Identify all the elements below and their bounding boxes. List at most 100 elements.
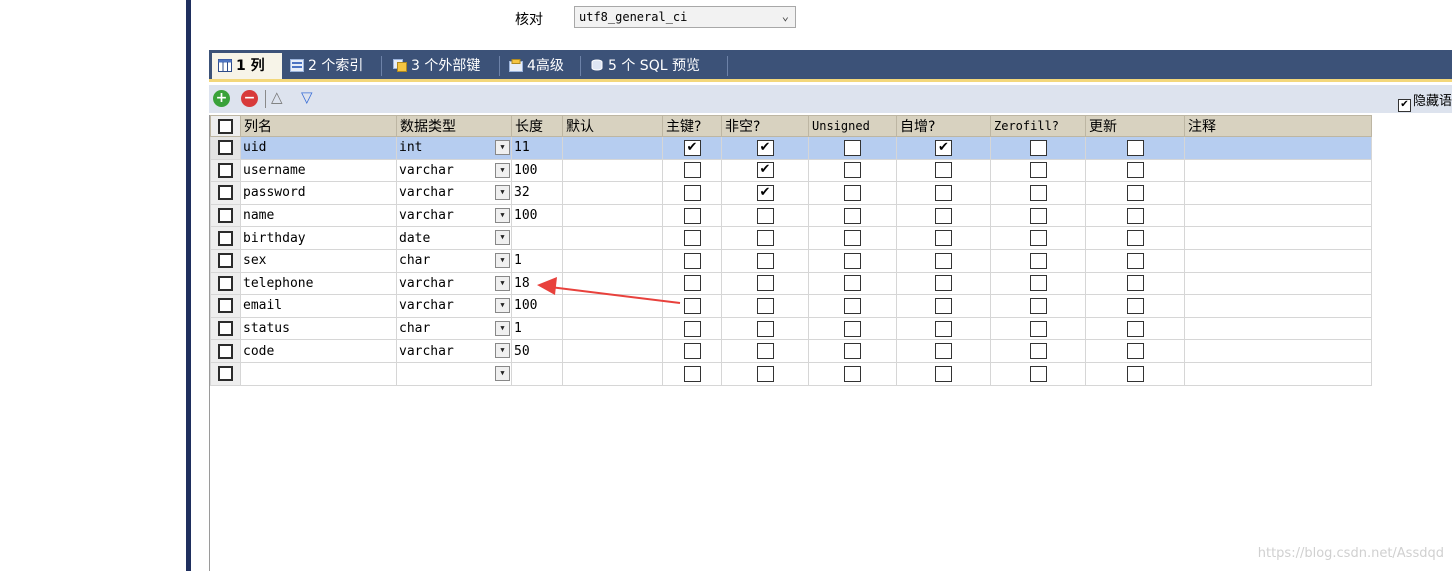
column-name-cell[interactable]	[240, 361, 397, 386]
on-update-cell[interactable]	[1085, 294, 1185, 318]
column-name-cell[interactable]: sex	[240, 248, 397, 273]
zerofill-checkbox[interactable]	[1029, 343, 1047, 360]
on-update-checkbox[interactable]	[1126, 139, 1144, 156]
comment-cell[interactable]	[1184, 316, 1372, 341]
unsigned-cell[interactable]	[808, 248, 897, 273]
on-update-cell[interactable]	[1085, 203, 1185, 228]
zerofill-cell[interactable]	[990, 158, 1086, 183]
col-header-name[interactable]: 列名	[240, 115, 397, 137]
comment-cell[interactable]	[1184, 248, 1372, 273]
data-type-cell[interactable]: varchar ▼	[396, 339, 512, 363]
pk-checkbox[interactable]	[683, 184, 701, 201]
unsigned-checkbox[interactable]	[844, 275, 861, 292]
unsigned-checkbox[interactable]	[844, 162, 861, 179]
auto-inc-checkbox[interactable]	[935, 184, 952, 201]
length-cell[interactable]: 100	[511, 294, 563, 318]
default-cell[interactable]	[562, 294, 663, 318]
table-row[interactable]: email varchar ▼ 100	[210, 294, 1372, 318]
default-cell[interactable]	[562, 203, 663, 228]
auto-inc-cell[interactable]	[896, 203, 991, 228]
pk-checkbox[interactable]	[683, 162, 701, 179]
row-select-box[interactable]	[210, 316, 241, 341]
length-cell[interactable]: 32	[511, 181, 563, 205]
length-cell[interactable]: 1	[511, 316, 563, 341]
column-name-cell[interactable]: name	[240, 203, 397, 228]
default-cell[interactable]	[562, 271, 663, 296]
dropdown-arrow-icon[interactable]: ▼	[495, 185, 510, 201]
auto-inc-cell[interactable]	[896, 271, 991, 296]
zerofill-checkbox[interactable]	[1029, 184, 1047, 201]
pk-cell[interactable]	[662, 226, 722, 250]
zerofill-cell[interactable]	[990, 181, 1086, 205]
col-header-zerofill[interactable]: Zerofill?	[990, 115, 1086, 137]
not-null-checkbox[interactable]	[756, 297, 774, 314]
on-update-cell[interactable]	[1085, 158, 1185, 183]
dropdown-arrow-icon[interactable]: ▼	[495, 162, 510, 178]
comment-cell[interactable]	[1184, 339, 1372, 363]
pk-checkbox[interactable]	[683, 365, 701, 382]
table-row[interactable]: name varchar ▼ 100	[210, 203, 1372, 228]
table-row[interactable]: code varchar ▼ 50	[210, 339, 1372, 363]
zerofill-cell[interactable]	[990, 203, 1086, 228]
pk-cell[interactable]	[662, 361, 722, 386]
zerofill-checkbox[interactable]	[1029, 365, 1047, 382]
table-row[interactable]: password varchar ▼ 32 ✔	[210, 181, 1372, 205]
on-update-cell[interactable]	[1085, 136, 1185, 160]
length-cell[interactable]: 100	[511, 203, 563, 228]
unsigned-cell[interactable]	[808, 316, 897, 341]
pk-checkbox[interactable]: ✔	[683, 139, 701, 156]
data-type-cell[interactable]: char ▼	[396, 316, 512, 341]
not-null-checkbox[interactable]	[756, 275, 774, 292]
not-null-cell[interactable]	[721, 226, 809, 250]
data-type-cell[interactable]: date ▼	[396, 226, 512, 250]
pk-cell[interactable]	[662, 203, 722, 228]
zerofill-checkbox[interactable]	[1029, 275, 1047, 292]
unsigned-checkbox[interactable]	[844, 230, 861, 247]
default-cell[interactable]	[562, 158, 663, 183]
col-header-comment[interactable]: 注释	[1184, 115, 1372, 137]
delete-column-icon[interactable]: −	[241, 90, 258, 107]
row-select-box[interactable]	[210, 181, 241, 205]
auto-inc-checkbox[interactable]	[935, 252, 952, 269]
col-header-not-null[interactable]: 非空?	[721, 115, 809, 137]
default-cell[interactable]	[562, 316, 663, 341]
zerofill-checkbox[interactable]	[1029, 139, 1047, 156]
comment-cell[interactable]	[1184, 203, 1372, 228]
zerofill-cell[interactable]	[990, 294, 1086, 318]
zerofill-checkbox[interactable]	[1029, 162, 1047, 179]
zerofill-checkbox[interactable]	[1029, 297, 1047, 314]
table-row[interactable]: birthday date ▼	[210, 226, 1372, 250]
table-row[interactable]: sex char ▼ 1	[210, 248, 1372, 273]
not-null-cell[interactable]	[721, 316, 809, 341]
unsigned-checkbox[interactable]	[844, 297, 861, 314]
length-cell[interactable]: 18	[511, 271, 563, 296]
not-null-cell[interactable]	[721, 271, 809, 296]
auto-inc-cell[interactable]	[896, 181, 991, 205]
pk-cell[interactable]	[662, 248, 722, 273]
auto-inc-checkbox[interactable]	[935, 275, 952, 292]
auto-inc-checkbox[interactable]	[935, 230, 952, 247]
row-select-box[interactable]	[210, 339, 241, 363]
comment-cell[interactable]	[1184, 294, 1372, 318]
unsigned-checkbox[interactable]	[844, 184, 861, 201]
dropdown-arrow-icon[interactable]: ▼	[495, 140, 510, 155]
length-cell[interactable]: 1	[511, 248, 563, 273]
zerofill-checkbox[interactable]	[1029, 230, 1047, 247]
dropdown-arrow-icon[interactable]: ▼	[495, 320, 510, 336]
auto-inc-cell[interactable]	[896, 294, 991, 318]
comment-cell[interactable]	[1184, 158, 1372, 183]
not-null-checkbox[interactable]	[756, 365, 774, 382]
table-row[interactable]: telephone varchar ▼ 18	[210, 271, 1372, 296]
zerofill-cell[interactable]	[990, 339, 1086, 363]
unsigned-cell[interactable]	[808, 136, 897, 160]
on-update-cell[interactable]	[1085, 181, 1185, 205]
tab-sql-preview[interactable]: 5 个 SQL 预览	[584, 53, 724, 79]
not-null-checkbox[interactable]	[756, 252, 774, 269]
collation-select[interactable]: utf8_general_ci ⌄	[574, 6, 796, 28]
zerofill-checkbox[interactable]	[1029, 207, 1047, 224]
not-null-checkbox[interactable]	[756, 320, 774, 337]
unsigned-checkbox[interactable]	[844, 139, 861, 156]
zerofill-cell[interactable]	[990, 361, 1086, 386]
dropdown-arrow-icon[interactable]: ▼	[495, 298, 510, 314]
row-select-box[interactable]	[210, 248, 241, 273]
